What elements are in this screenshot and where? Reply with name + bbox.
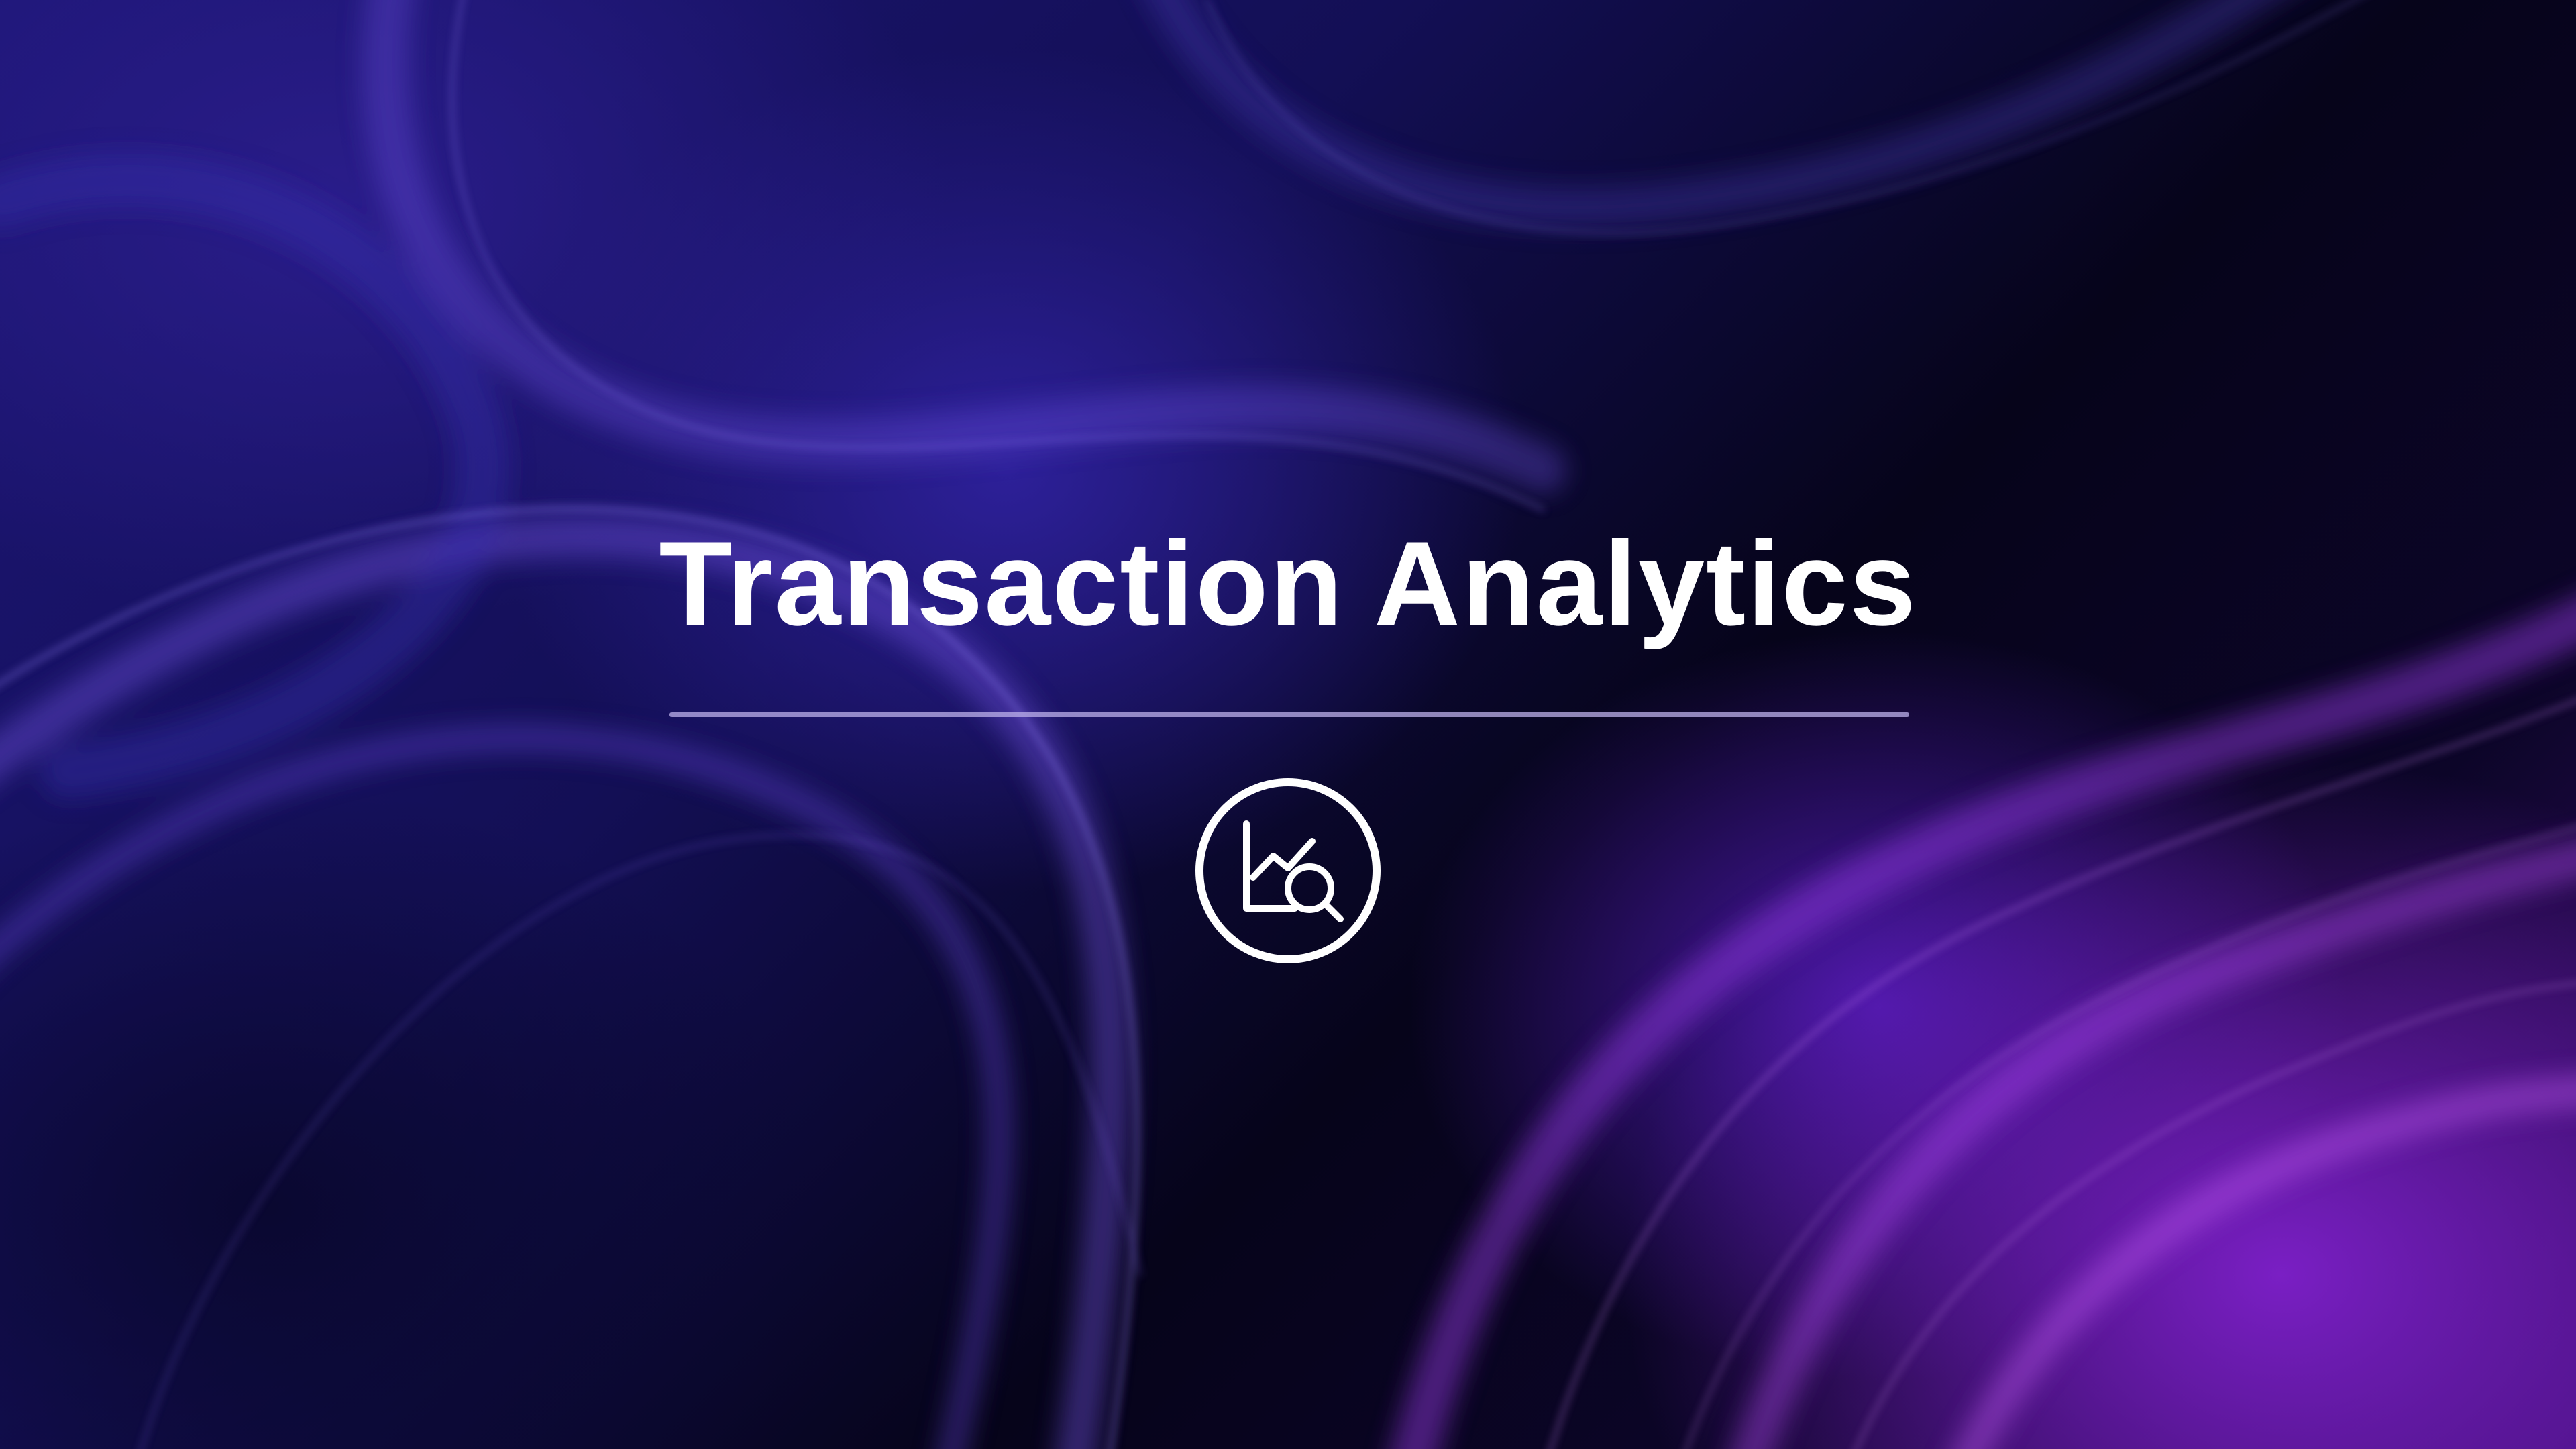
analytics-search-icon <box>1195 778 1381 963</box>
title-divider <box>669 712 1909 717</box>
title-slide: Transaction Analytics <box>0 0 2576 1449</box>
background-smoke-waves <box>0 0 2576 1449</box>
slide-title: Transaction Analytics <box>659 517 1917 650</box>
